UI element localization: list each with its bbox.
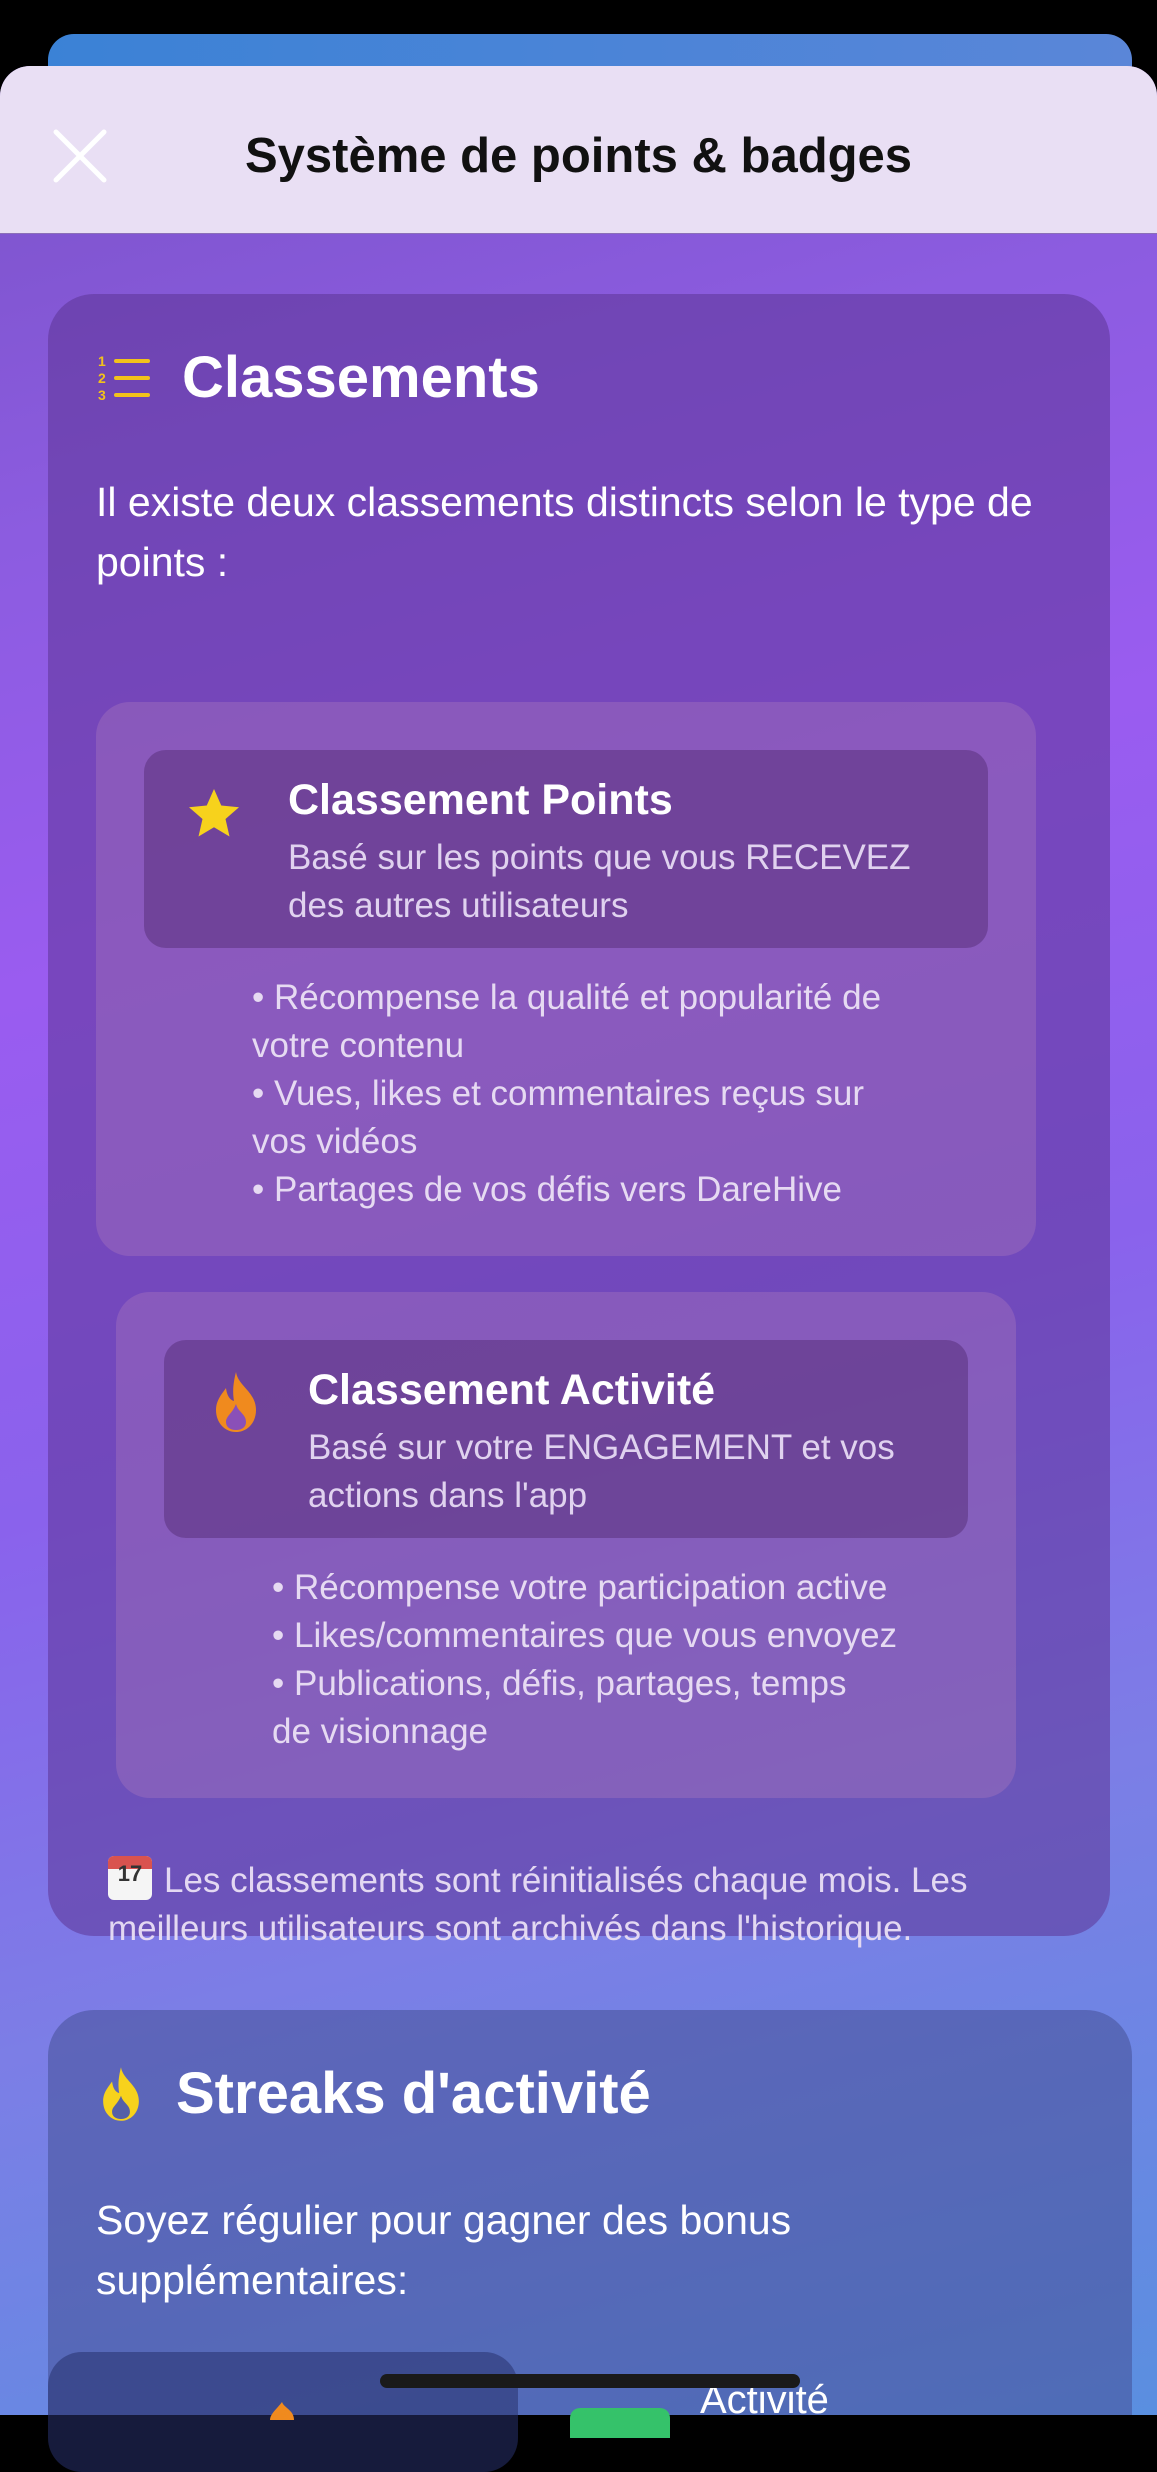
rankings-header: 1 2 3 Classements — [96, 344, 540, 411]
streaks-intro: Soyez régulier pour gagner des bonus sup… — [96, 2197, 792, 2303]
navbar: Système de points & badges — [0, 66, 1157, 234]
svg-text:2: 2 — [98, 370, 106, 386]
bullet-line: • Likes/commentaires que vous envoyez — [272, 1616, 898, 1655]
note-line-1: Les classements sont réinitialisés chaqu… — [164, 1861, 968, 1900]
points-ranking-bullets: • Récompense la qualité et popularité de… — [252, 974, 881, 1214]
rankings-intro: Il existe deux classements distincts sel… — [96, 479, 1033, 585]
activity-ranking-bullets: • Récompense votre participation active … — [272, 1564, 897, 1756]
flame-icon — [103, 2066, 139, 2121]
bullet-line: • Vues, likes et commentaires reçus sur — [252, 1074, 865, 1113]
note-line-2: meilleurs utilisateurs sont archivés dan… — [108, 1909, 913, 1948]
streaks-header: Streaks d'activité — [96, 2060, 651, 2127]
activity-ranking-card: Classement Activité Basé sur votre ENGAG… — [116, 1292, 1016, 1798]
star-icon — [189, 789, 239, 837]
points-ranking-title: Classement Points — [288, 776, 673, 824]
rankings-section: 1 2 3 Classements Il existe deux classem… — [48, 294, 1110, 1948]
svg-text:1: 1 — [98, 353, 106, 369]
activity-ranking-desc-2: actions dans l'app — [308, 1476, 588, 1515]
streaks-title: Streaks d'activité — [176, 2061, 651, 2126]
bullet-line: • Récompense la qualité et popularité de — [252, 978, 882, 1017]
rankings-reset-note: 17 Les classements sont réinitialisés cha… — [108, 1856, 1088, 1953]
points-ranking-header: Classement Points Basé sur les points qu… — [144, 750, 988, 948]
points-ranking-desc-2: des autres utilisateurs — [288, 886, 629, 925]
bullet-line: • Partages de vos défis vers DareHive — [252, 1170, 843, 1209]
activity-ranking-title: Classement Activité — [308, 1366, 716, 1414]
rankings-title: Classements — [182, 345, 540, 410]
numbered-list-icon: 1 2 3 — [98, 353, 150, 403]
activity-ranking-header: Classement Activité Basé sur votre ENGAG… — [164, 1340, 968, 1538]
modal-sheet: Système de points & badges 1 2 3 Classem… — [0, 66, 1157, 2415]
home-indicator — [380, 2374, 800, 2388]
check-icon — [570, 2408, 670, 2438]
bullet-line: • Publications, défis, partages, temps — [272, 1664, 847, 1703]
points-ranking-card: Classement Points Basé sur les points qu… — [96, 702, 1036, 1256]
flame-icon — [216, 1372, 256, 1432]
points-ranking-desc-1: Basé sur les points que vous RECEVEZ — [288, 838, 911, 877]
flame-icon — [270, 2402, 294, 2420]
bullet-line: votre contenu — [252, 1026, 465, 1065]
bullet-line: de visionnage — [272, 1712, 488, 1751]
page-title: Système de points & badges — [244, 129, 913, 183]
calendar-icon: 17 — [108, 1856, 152, 1900]
svg-text:3: 3 — [98, 387, 106, 403]
bullet-line: • Récompense votre participation active — [272, 1568, 888, 1607]
activity-ranking-desc-1: Basé sur votre ENGAGEMENT et vos — [308, 1428, 895, 1467]
bullet-line: vos vidéos — [252, 1122, 418, 1161]
